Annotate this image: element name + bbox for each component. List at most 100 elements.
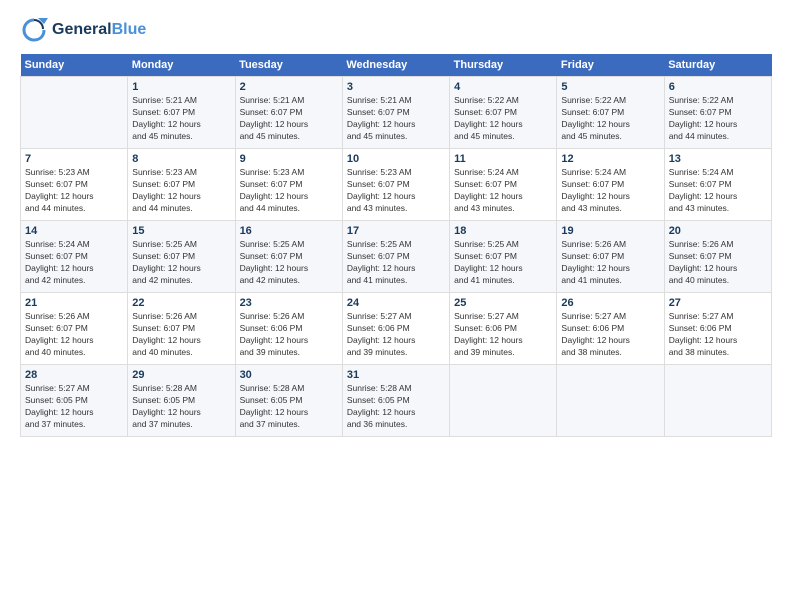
week-row-5: 28 Sunrise: 5:27 AMSunset: 6:05 PMDayligh… [21,365,772,437]
day-number: 30 [240,369,338,381]
day-number: 24 [347,297,445,309]
calendar-cell: 31Sunrise: 5:28 AMSunset: 6:05 PMDayligh… [342,365,449,437]
calendar-cell: 24 Sunrise: 5:27 AMSunset: 6:06 PMDayligh… [342,293,449,365]
calendar-cell: 27 Sunrise: 5:27 AMSunset: 6:06 PMDayligh… [664,293,771,365]
calendar-cell: 21 Sunrise: 5:26 AMSunset: 6:07 PMDayligh… [21,293,128,365]
weekday-header-wednesday: Wednesday [342,54,449,77]
day-info: Sunrise: 5:24 AMSunset: 6:07 PMDaylight:… [561,167,659,215]
weekday-header-tuesday: Tuesday [235,54,342,77]
day-info: Sunrise: 5:27 AMSunset: 6:06 PMDaylight:… [454,311,552,359]
day-info: Sunrise: 5:26 AMSunset: 6:06 PMDaylight:… [240,311,338,359]
calendar-cell [21,77,128,149]
day-info: Sunrise: 5:23 AMSunset: 6:07 PMDaylight:… [25,167,123,215]
day-info: Sunrise: 5:26 AMSunset: 6:07 PMDaylight:… [561,239,659,287]
calendar-cell: 9 Sunrise: 5:23 AMSunset: 6:07 PMDaylight… [235,149,342,221]
weekday-header-monday: Monday [128,54,235,77]
page-container: GeneralBlue SundayMondayTuesdayWednesday… [0,0,792,447]
day-number: 2 [240,81,338,93]
calendar-table: SundayMondayTuesdayWednesdayThursdayFrid… [20,54,772,437]
day-info: Sunrise: 5:23 AMSunset: 6:07 PMDaylight:… [132,167,230,215]
day-info: Sunrise: 5:28 AMSunset: 6:05 PMDaylight:… [240,383,338,431]
calendar-cell: 14 Sunrise: 5:24 AMSunset: 6:07 PMDayligh… [21,221,128,293]
day-number: 5 [561,81,659,93]
day-info: Sunrise: 5:26 AMSunset: 6:07 PMDaylight:… [669,239,767,287]
week-row-2: 7 Sunrise: 5:23 AMSunset: 6:07 PMDaylight… [21,149,772,221]
logo-text: GeneralBlue [52,21,146,39]
day-number: 1 [132,81,230,93]
day-number: 9 [240,153,338,165]
calendar-cell: 17 Sunrise: 5:25 AMSunset: 6:07 PMDayligh… [342,221,449,293]
day-info: Sunrise: 5:24 AMSunset: 6:07 PMDaylight:… [454,167,552,215]
day-number: 23 [240,297,338,309]
day-number: 12 [561,153,659,165]
day-info: Sunrise: 5:25 AMSunset: 6:07 PMDaylight:… [132,239,230,287]
day-info: Sunrise: 5:26 AMSunset: 6:07 PMDaylight:… [25,311,123,359]
week-row-3: 14 Sunrise: 5:24 AMSunset: 6:07 PMDayligh… [21,221,772,293]
calendar-cell: 13 Sunrise: 5:24 AMSunset: 6:07 PMDayligh… [664,149,771,221]
day-number: 7 [25,153,123,165]
day-number: 21 [25,297,123,309]
day-info: Sunrise: 5:21 AMSunset: 6:07 PMDaylight:… [347,95,445,143]
calendar-cell: 19 Sunrise: 5:26 AMSunset: 6:07 PMDayligh… [557,221,664,293]
calendar-cell: 29Sunrise: 5:28 AMSunset: 6:05 PMDayligh… [128,365,235,437]
calendar-cell: 7 Sunrise: 5:23 AMSunset: 6:07 PMDaylight… [21,149,128,221]
calendar-cell [450,365,557,437]
day-info: Sunrise: 5:28 AMSunset: 6:05 PMDaylight:… [347,383,445,431]
day-number: 29 [132,369,230,381]
day-info: Sunrise: 5:22 AMSunset: 6:07 PMDaylight:… [561,95,659,143]
day-number: 19 [561,225,659,237]
day-number: 28 [25,369,123,381]
calendar-cell: 2 Sunrise: 5:21 AMSunset: 6:07 PMDaylight… [235,77,342,149]
calendar-cell: 3 Sunrise: 5:21 AMSunset: 6:07 PMDaylight… [342,77,449,149]
calendar-cell: 4 Sunrise: 5:22 AMSunset: 6:07 PMDaylight… [450,77,557,149]
calendar-cell: 6Sunrise: 5:22 AMSunset: 6:07 PMDaylight… [664,77,771,149]
day-number: 3 [347,81,445,93]
day-info: Sunrise: 5:27 AMSunset: 6:05 PMDaylight:… [25,383,123,431]
weekday-header-sunday: Sunday [21,54,128,77]
day-number: 26 [561,297,659,309]
day-info: Sunrise: 5:23 AMSunset: 6:07 PMDaylight:… [240,167,338,215]
day-info: Sunrise: 5:27 AMSunset: 6:06 PMDaylight:… [669,311,767,359]
day-info: Sunrise: 5:25 AMSunset: 6:07 PMDaylight:… [347,239,445,287]
calendar-cell: 20 Sunrise: 5:26 AMSunset: 6:07 PMDayligh… [664,221,771,293]
calendar-cell: 8 Sunrise: 5:23 AMSunset: 6:07 PMDaylight… [128,149,235,221]
calendar-cell: 5 Sunrise: 5:22 AMSunset: 6:07 PMDaylight… [557,77,664,149]
day-number: 15 [132,225,230,237]
weekday-header-thursday: Thursday [450,54,557,77]
day-number: 10 [347,153,445,165]
day-number: 18 [454,225,552,237]
day-info: Sunrise: 5:23 AMSunset: 6:07 PMDaylight:… [347,167,445,215]
day-info: Sunrise: 5:21 AMSunset: 6:07 PMDaylight:… [240,95,338,143]
logo: GeneralBlue [20,16,146,44]
day-number: 20 [669,225,767,237]
calendar-cell: 15 Sunrise: 5:25 AMSunset: 6:07 PMDayligh… [128,221,235,293]
calendar-cell: 18Sunrise: 5:25 AMSunset: 6:07 PMDayligh… [450,221,557,293]
day-number: 4 [454,81,552,93]
day-number: 8 [132,153,230,165]
day-number: 25 [454,297,552,309]
day-number: 6 [669,81,767,93]
calendar-cell [664,365,771,437]
day-number: 22 [132,297,230,309]
day-info: Sunrise: 5:22 AMSunset: 6:07 PMDaylight:… [454,95,552,143]
calendar-cell: 25 Sunrise: 5:27 AMSunset: 6:06 PMDayligh… [450,293,557,365]
day-info: Sunrise: 5:24 AMSunset: 6:07 PMDaylight:… [25,239,123,287]
weekday-header-row: SundayMondayTuesdayWednesdayThursdayFrid… [21,54,772,77]
calendar-cell: 12 Sunrise: 5:24 AMSunset: 6:07 PMDayligh… [557,149,664,221]
day-info: Sunrise: 5:24 AMSunset: 6:07 PMDaylight:… [669,167,767,215]
weekday-header-friday: Friday [557,54,664,77]
day-number: 27 [669,297,767,309]
logo-icon [20,16,48,44]
day-number: 17 [347,225,445,237]
calendar-cell: 28 Sunrise: 5:27 AMSunset: 6:05 PMDayligh… [21,365,128,437]
day-info: Sunrise: 5:27 AMSunset: 6:06 PMDaylight:… [347,311,445,359]
week-row-1: 1 Sunrise: 5:21 AMSunset: 6:07 PMDaylight… [21,77,772,149]
header-area: GeneralBlue [20,16,772,44]
calendar-cell: 23 Sunrise: 5:26 AMSunset: 6:06 PMDayligh… [235,293,342,365]
day-number: 16 [240,225,338,237]
calendar-cell: 22Sunrise: 5:26 AMSunset: 6:07 PMDayligh… [128,293,235,365]
calendar-cell: 26Sunrise: 5:27 AMSunset: 6:06 PMDayligh… [557,293,664,365]
day-number: 14 [25,225,123,237]
weekday-header-saturday: Saturday [664,54,771,77]
day-number: 13 [669,153,767,165]
